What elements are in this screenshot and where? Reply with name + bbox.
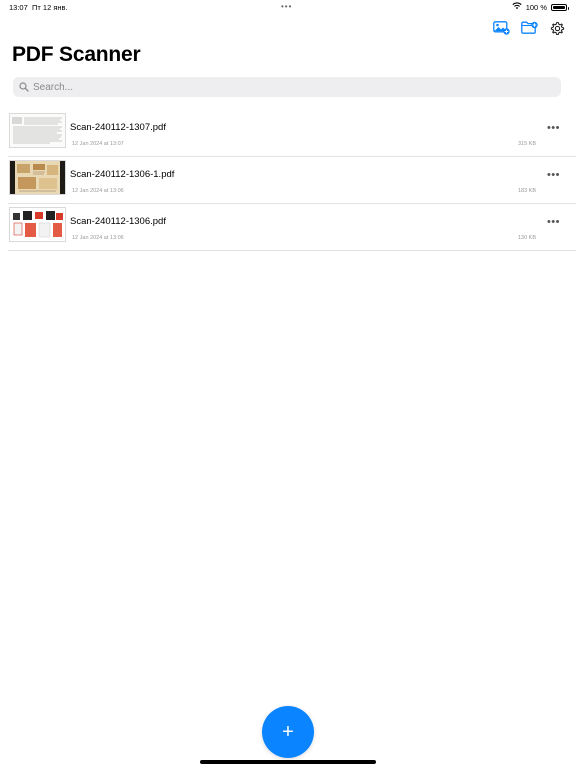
status-date: Пт 12 янв. bbox=[32, 3, 68, 12]
file-row[interactable]: Scan-240112-1307.pdf 12 Jan 2024 at 13:0… bbox=[0, 110, 576, 157]
more-options-icon[interactable]: ••• bbox=[547, 122, 560, 134]
more-options-icon[interactable]: ••• bbox=[547, 169, 560, 181]
file-date: 12 Jan 2024 at 13:07 bbox=[72, 141, 124, 147]
search-icon bbox=[19, 82, 29, 92]
more-options-icon[interactable]: ••• bbox=[547, 216, 560, 228]
file-name: Scan-240112-1306.pdf bbox=[70, 216, 166, 227]
page-title: PDF Scanner bbox=[12, 43, 141, 66]
document-thumbnail bbox=[9, 160, 66, 195]
file-list: Scan-240112-1307.pdf 12 Jan 2024 at 13:0… bbox=[0, 110, 576, 251]
multitasking-dots-icon[interactable]: ••• bbox=[281, 2, 292, 11]
wifi-icon bbox=[512, 2, 522, 12]
search-input[interactable] bbox=[33, 81, 533, 93]
add-scan-button[interactable]: + bbox=[262, 706, 314, 758]
file-size: 315 KB bbox=[517, 141, 536, 147]
file-name: Scan-240112-1306-1.pdf bbox=[70, 169, 175, 180]
status-bar: 13:07 Пт 12 янв. ••• 100 % bbox=[0, 0, 576, 14]
toolbar bbox=[492, 19, 566, 37]
plus-icon: + bbox=[282, 720, 294, 743]
status-time: 13:07 bbox=[9, 3, 28, 12]
photo-add-icon[interactable] bbox=[492, 19, 510, 37]
file-date: 12 Jan 2024 at 13:06 bbox=[72, 235, 124, 241]
document-thumbnail bbox=[9, 113, 66, 148]
document-thumbnail bbox=[9, 207, 66, 242]
file-row[interactable]: Scan-240112-1306.pdf 12 Jan 2024 at 13:0… bbox=[0, 204, 576, 251]
gear-icon[interactable] bbox=[548, 19, 566, 37]
file-row[interactable]: Scan-240112-1306-1.pdf 12 Jan 2024 at 13… bbox=[0, 157, 576, 204]
file-name: Scan-240112-1307.pdf bbox=[70, 122, 166, 133]
file-size: 183 KB bbox=[517, 188, 536, 194]
status-right: 100 % bbox=[512, 2, 569, 12]
home-indicator[interactable] bbox=[200, 760, 376, 764]
battery-percent: 100 % bbox=[525, 2, 547, 12]
search-bar[interactable] bbox=[13, 77, 561, 97]
battery-icon bbox=[551, 3, 569, 11]
folder-add-icon[interactable] bbox=[520, 19, 538, 37]
screen: 13:07 Пт 12 янв. ••• 100 % PDF Scanner S… bbox=[0, 0, 576, 768]
file-size: 130 KB bbox=[517, 235, 536, 241]
file-date: 12 Jan 2024 at 13:06 bbox=[72, 188, 124, 194]
